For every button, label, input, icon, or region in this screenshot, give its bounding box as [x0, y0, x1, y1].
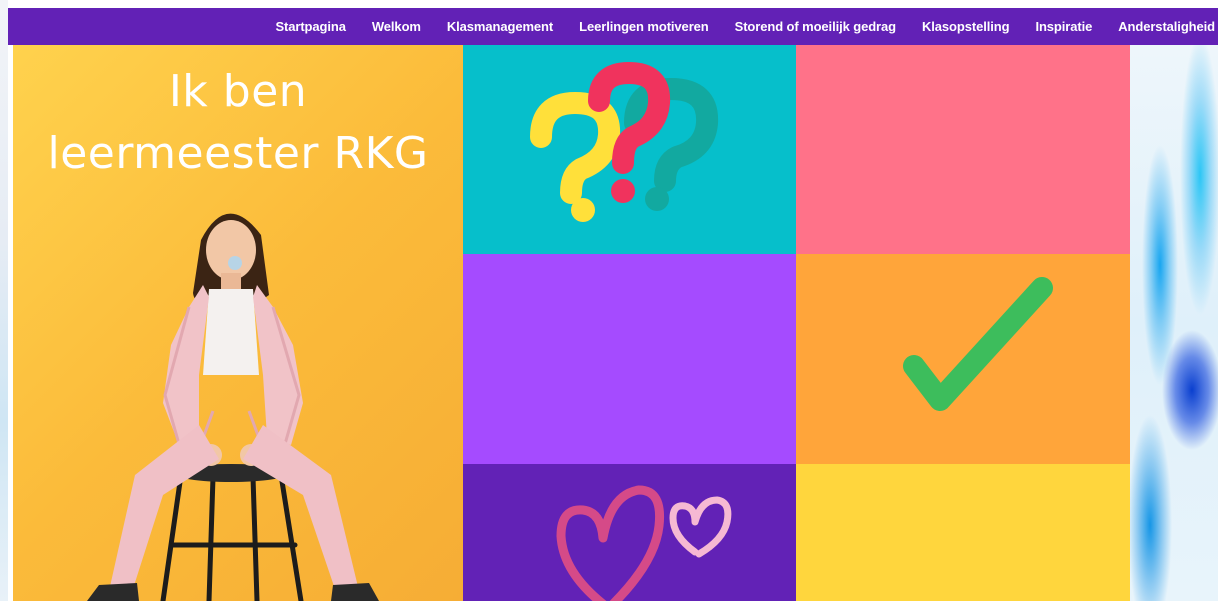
nav-item-inspiratie[interactable]: Inspiratie — [1035, 19, 1092, 34]
main-nav: Startpagina Welkom Klasmanagement Leerli… — [8, 8, 1218, 45]
tile-check[interactable] — [796, 254, 1130, 464]
nav-item-startpagina[interactable]: Startpagina — [275, 19, 346, 34]
tile-pink[interactable] — [796, 45, 1130, 254]
nav-item-storend-gedrag[interactable]: Storend of moeilijk gedrag — [735, 19, 896, 34]
nav-item-anderstaligheid[interactable]: Anderstaligheid — [1118, 19, 1215, 34]
tile-violet[interactable] — [463, 254, 796, 464]
nav-item-welkom[interactable]: Welkom — [372, 19, 421, 34]
nav-item-leerlingen-motiveren[interactable]: Leerlingen motiveren — [579, 19, 709, 34]
nav-item-klasmanagement[interactable]: Klasmanagement — [447, 19, 553, 34]
checkmark-icon — [903, 277, 1053, 411]
tile-hearts[interactable] — [463, 464, 796, 601]
nav-item-klasopstelling[interactable]: Klasopstelling — [922, 19, 1010, 34]
hearts-icon — [556, 485, 732, 601]
hero-banner: Ik ben leermeester RKG — [13, 45, 463, 601]
left-edge-decoration — [0, 0, 8, 601]
tile-questions[interactable] — [463, 45, 796, 254]
question-marks-icon — [530, 62, 719, 222]
tile-yellow[interactable] — [796, 464, 1130, 601]
hero-person-illustration — [87, 213, 379, 601]
right-edge-photo — [1130, 45, 1218, 601]
